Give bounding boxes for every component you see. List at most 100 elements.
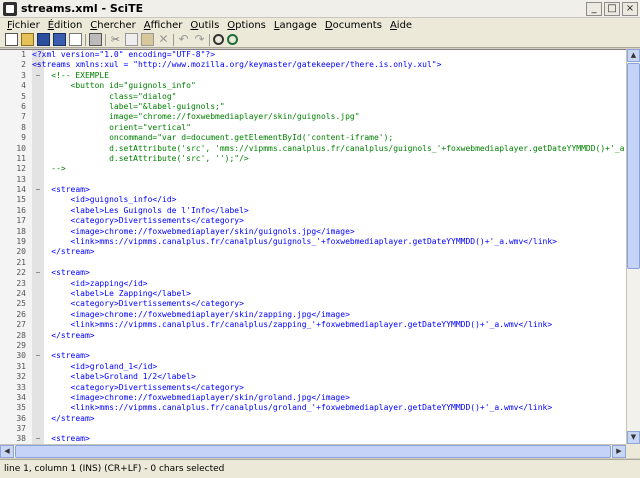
line-number: 25 [16,299,26,309]
code-line: 12 --> [0,164,626,174]
cut-icon[interactable]: ✂ [109,33,122,46]
horizontal-scroll-thumb[interactable] [15,445,611,458]
line-number: 22 [16,268,26,278]
code-line: 6 label="&label-guignols;" [0,102,626,112]
menu-documents[interactable]: Documents [321,20,386,31]
replace-icon[interactable] [227,34,238,45]
code-text: <stream> [32,268,90,278]
scrollbar-corner [626,444,640,458]
maximize-button[interactable]: □ [604,2,620,16]
new-icon[interactable] [5,33,18,46]
code-line: 23 <id>zapping</id> [0,279,626,289]
code-text: <image>chrome://foxwebmediaplayer/skin/z… [32,309,350,319]
print-icon[interactable] [89,33,102,46]
code-text: <label>Les Guignols de l'Info</label> [32,205,249,215]
code-text: </stream> [32,413,95,423]
code-text: <streams xmlns:xul = "http://www.mozilla… [32,60,442,70]
code-text: d.setAttribute('src', '');"/> [32,153,249,163]
code-text: <label>Groland 1/2</label> [32,372,196,382]
code-line: 37 [0,424,626,434]
line-number: 6 [21,101,26,111]
line-number: 19 [16,237,26,247]
code-text: <id>guignols_info</id> [32,195,177,205]
minimize-button[interactable]: _ [586,2,602,16]
menu-langage[interactable]: Langage [270,20,321,31]
open-icon[interactable] [21,33,34,46]
code-text: <link>mms://vipmms.canalplus.fr/canalplu… [32,320,553,330]
code-line: 10 d.setAttribute('src', 'mms://vipmms.c… [0,144,626,154]
code-lines: 1 <?xml version="1.0" encoding="UTF-8"?> 2… [0,50,626,444]
code-line: 26 <image>chrome://foxwebmediaplayer/ski… [0,310,626,320]
code-text: class="dialog" [32,91,177,101]
code-line: 11 d.setAttribute('src', '');"/> [0,154,626,164]
vertical-scroll-thumb[interactable] [627,63,640,269]
code-line: 7 image="chrome://foxwebmediaplayer/skin… [0,112,626,122]
save-icon[interactable] [37,33,50,46]
line-number: 29 [16,340,26,350]
code-text: <stream> [32,434,90,444]
line-number: 2 [21,60,26,70]
code-line: 18 <image>chrome://foxwebmediaplayer/ski… [0,227,626,237]
status-text: line 1, column 1 (INS) (CR+LF) - 0 chars… [4,464,225,474]
delete-icon[interactable]: ✕ [157,33,170,46]
code-text: <link>mms://vipmms.canalplus.fr/canalplu… [32,403,553,413]
code-text: <image>chrome://foxwebmediaplayer/skin/g… [32,226,355,236]
code-line: 16 <label>Les Guignols de l'Info</label> [0,206,626,216]
code-text: label="&label-guignols;" [32,101,225,111]
code-line: 8 orient="vertical" [0,123,626,133]
scroll-down-arrow-icon[interactable]: ▼ [627,431,640,444]
window-title: streams.xml - SciTE [21,2,144,15]
code-text: <id>zapping</id> [32,278,148,288]
code-text: <id>groland_1</id> [32,361,158,371]
scroll-left-arrow-icon[interactable]: ◀ [0,445,14,458]
menu-afficher[interactable]: Afficher [140,20,187,31]
undo-icon[interactable]: ↶ [177,33,190,46]
line-number: 35 [16,403,26,413]
line-number: 21 [16,257,26,267]
line-number: 17 [16,216,26,226]
code-line: 20 </stream> [0,247,626,257]
code-line: 28 </stream> [0,331,626,341]
code-text: image="chrome://foxwebmediaplayer/skin/g… [32,112,360,122]
scroll-right-arrow-icon[interactable]: ▶ [612,445,626,458]
menu-fichier[interactable]: Fichier [3,20,44,31]
code-line: 9 oncommand="var d=document.getElementBy… [0,133,626,143]
vertical-scrollbar[interactable]: ▲ ▼ [626,49,640,444]
menu-options[interactable]: Options [223,20,270,31]
menu-chercher[interactable]: Chercher [86,20,139,31]
window-controls: _ □ × [586,2,638,16]
code-line: 25 <category>Divertissements</category> [0,299,626,309]
menu-aide[interactable]: Aide [386,20,416,31]
save-as-icon[interactable] [53,33,66,46]
menu-outils[interactable]: Outils [186,20,223,31]
redo-icon[interactable]: ↷ [193,33,206,46]
code-line: 2− <streams xmlns:xul = "http://www.mozil… [0,60,626,70]
code-text: <category>Divertissements</category> [32,382,244,392]
toolbar-separator [85,33,86,46]
code-line: 33 <category>Divertissements</category> [0,383,626,393]
code-line: 3− <!-- EXEMPLE [0,71,626,81]
title-bar: streams.xml - SciTE _ □ × [0,0,640,18]
code-editor[interactable]: 1 <?xml version="1.0" encoding="UTF-8"?> 2… [0,49,626,444]
line-number: 5 [21,91,26,101]
code-text: orient="vertical" [32,122,191,132]
copy-icon[interactable] [125,33,138,46]
find-icon[interactable] [213,34,224,45]
code-line: 22− <stream> [0,268,626,278]
code-line: 27 <link>mms://vipmms.canalplus.fr/canal… [0,320,626,330]
line-number: 3 [21,70,26,80]
line-number: 15 [16,195,26,205]
code-text: <!-- EXEMPLE [32,70,110,80]
close-icon[interactable] [69,33,82,46]
close-window-button[interactable]: × [622,2,638,16]
code-text: </stream> [32,330,95,340]
code-line: 38− <stream> [0,434,626,444]
paste-icon[interactable] [141,33,154,46]
menu-bar: Fichier Édition Chercher Afficher Outils… [0,18,640,32]
line-number: 14 [16,185,26,195]
scroll-up-arrow-icon[interactable]: ▲ [627,49,640,62]
line-number: 37 [16,424,26,434]
menu-edition[interactable]: Édition [44,20,87,31]
code-line: 31 <id>groland_1</id> [0,362,626,372]
horizontal-scrollbar[interactable]: ◀ ▶ [0,444,626,458]
